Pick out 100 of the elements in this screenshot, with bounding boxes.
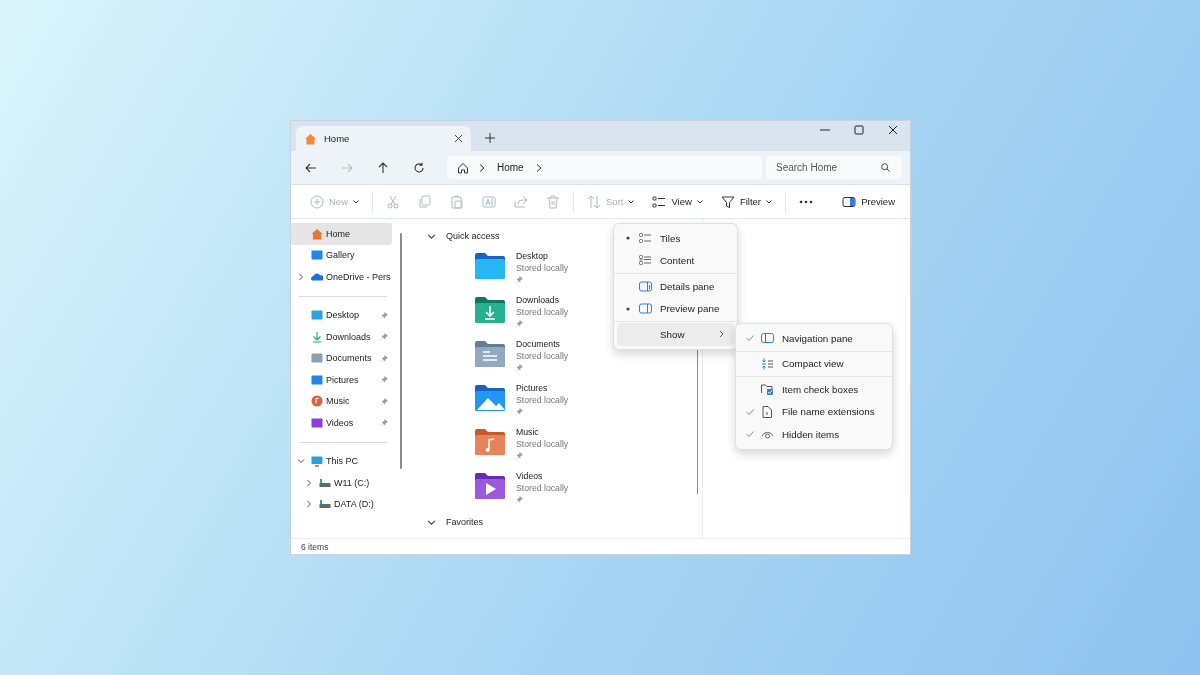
folder-icon [474,384,506,412]
download-icon [311,330,323,343]
rename-icon [482,194,496,209]
view-icon [652,194,667,209]
folder-status: Stored locally [516,482,569,494]
menu-item[interactable]: Content [617,249,734,272]
paste-icon [450,194,464,209]
item-label: Desktop [326,310,361,321]
folder-status: Stored locally [516,306,569,318]
tab[interactable]: Home [296,126,471,151]
folder-icon [474,472,506,500]
item-label: Home [326,228,351,239]
back-icon[interactable] [305,161,317,174]
status-text: 6 items [301,541,329,552]
folder-status: Stored locally [516,438,569,450]
folder-status: Stored locally [516,262,569,274]
monitor-icon [311,455,323,468]
menu-item[interactable]: Preview pane [617,297,734,320]
refresh-icon[interactable] [413,161,425,174]
item-label: Gallery [326,250,356,261]
folder-status: Stored locally [516,394,569,406]
chevron-right-icon [479,163,485,172]
search-field[interactable]: Search Home [766,156,902,179]
folder-icon [474,340,506,368]
caret-icon [696,199,703,204]
list-icon [639,255,652,267]
preview-pane-icon [842,195,857,208]
chevron-right-icon [719,330,724,339]
menu-item[interactable]: Hidden items [739,423,889,446]
maximize-icon[interactable] [854,125,864,135]
search-icon [881,163,890,172]
preview-pane-icon [639,303,652,315]
sidebar-item[interactable]: Home [291,223,392,245]
item-label: This PC [326,456,359,467]
new-tab-icon[interactable] [485,133,495,143]
sidebar-item[interactable]: OneDrive - Pers [291,266,392,288]
tiles-icon [639,232,652,244]
menu-item[interactable]: Item check boxes [739,378,889,401]
filter-button[interactable]: Filter [712,190,780,213]
folder-status: Stored locally [516,350,569,362]
section-title: Quick access [446,231,500,241]
sidebar-item[interactable]: Pictures [291,369,392,391]
section-title: Favorites [446,517,483,527]
scissors-icon [386,194,400,209]
breadcrumb[interactable]: Home [495,162,526,173]
trash-icon [546,194,560,209]
sidebar-item[interactable]: Documents [291,347,392,369]
item-label: Music [326,396,351,407]
item-label: Videos [326,417,355,428]
close-icon[interactable] [888,125,898,135]
menu-item[interactable]: Tiles [617,227,734,250]
section-header[interactable]: Favorites [427,511,697,533]
checkbox-icon [761,383,774,396]
up-icon[interactable] [377,161,389,174]
item-label: OneDrive - Pers [326,271,392,282]
item-label: W11 (C:) [334,477,371,488]
sidebar-item[interactable]: Music [291,390,392,412]
house-icon [311,227,323,240]
chevron-icon[interactable] [427,517,436,527]
menu-item[interactable]: Show [617,323,734,346]
navigation-pane-icon [761,332,774,345]
sidebar-item[interactable]: This PC [291,450,392,472]
folder-name: Documents [516,339,560,351]
sidebar-item[interactable]: Desktop [291,304,392,326]
sidebar-item[interactable]: Videos [291,412,392,434]
caret-icon [766,199,772,204]
folder-tile[interactable]: Pictures Stored locally [474,379,697,423]
item-label: DATA (D:) [334,499,375,510]
chevron-right-icon [535,163,542,172]
preview-button[interactable]: Preview [834,191,903,212]
home-icon [457,161,469,174]
sort-icon [587,194,601,209]
caret-icon [628,199,635,204]
folder-tile[interactable]: Music Stored locally [474,423,697,467]
filter-icon [720,194,735,209]
chevron-icon[interactable] [427,231,436,241]
sidebar-item[interactable]: Downloads [291,326,392,348]
menu-item[interactable]: Details pane [617,275,734,298]
scrollbar[interactable] [400,233,402,469]
compact-icon [761,357,774,370]
folder-icon [474,296,506,324]
sidebar-item[interactable]: W11 (C:) [291,472,392,494]
drive-icon [319,498,331,511]
item-label: Pictures [326,374,360,385]
menu-item[interactable]: Navigation pane [739,327,889,350]
close-icon[interactable] [454,134,463,143]
item-label: Documents [326,353,373,364]
menu-item[interactable]: Compact view [739,352,889,375]
folder-name: Music [516,427,539,439]
sidebar-item[interactable]: DATA (D:) [291,493,392,515]
sidebar-item[interactable]: Gallery [291,244,392,266]
folder-name: Pictures [516,383,548,395]
folder-tile[interactable]: Videos Stored locally [474,467,697,511]
drive-icon [319,476,331,489]
address-bar[interactable]: Home [447,156,762,179]
view-button[interactable]: View [644,190,711,213]
menu-item[interactable]: File name extensions [739,400,889,423]
details-pane-icon [639,280,652,292]
folder-name: Desktop [516,251,548,263]
folder-name: Downloads [516,295,559,307]
